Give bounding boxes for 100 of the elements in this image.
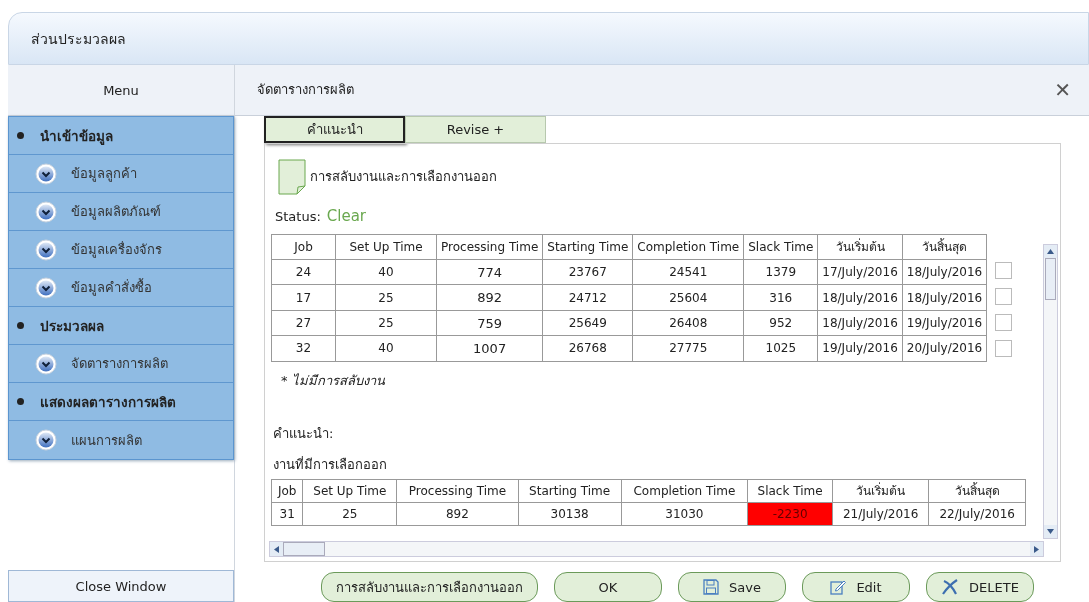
column-header: วันเริ่มต้น	[817, 234, 903, 260]
column-header: Completion Time	[621, 479, 748, 503]
panel-title: จัดตารางการผลิต	[257, 81, 354, 100]
table-cell: 26408	[632, 310, 744, 336]
scroll-thumb[interactable]	[1045, 257, 1056, 300]
table-cell: 1025	[743, 335, 818, 362]
table-cell: 23767	[542, 259, 633, 285]
item-label: จัดตารางการผลิต	[71, 355, 168, 373]
save-icon	[703, 579, 720, 595]
table-cell: 21/July/2016	[832, 502, 929, 526]
column-header: Processing Time	[436, 234, 543, 260]
table-cell: 24712	[542, 284, 633, 311]
row-checkbox[interactable]	[995, 287, 1013, 305]
sidebar-item[interactable]: จัดตารางการผลิต	[9, 345, 233, 383]
item-label: ข้อมูลผลิตภัณฑ์	[71, 203, 161, 222]
table-cell: 25	[335, 310, 437, 336]
table-cell: 892	[396, 502, 519, 526]
sidebar-item[interactable]: ข้อมูลผลิตภัณฑ์	[9, 193, 233, 231]
delete-button[interactable]: DELETE	[926, 572, 1034, 602]
sidebar-item[interactable]: แผนการผลิต	[9, 421, 233, 459]
column-header: Processing Time	[396, 479, 519, 503]
sidebar-item[interactable]: ข้อมูลลูกค้า	[9, 155, 233, 193]
window-title: ส่วนประมวลผล	[31, 29, 126, 49]
horizontal-scrollbar[interactable]	[269, 541, 1044, 557]
sidebar-group[interactable]: ประมวลผล	[9, 307, 233, 345]
status-label: Status:	[275, 208, 321, 224]
tab[interactable]: Revise +	[405, 115, 546, 143]
bullet-icon	[17, 322, 24, 329]
table-cell: 759	[436, 310, 543, 336]
table-cell: 32	[271, 335, 336, 362]
scroll-right-button[interactable]	[1030, 542, 1043, 556]
scroll-up-button[interactable]	[1044, 244, 1057, 258]
scroll-left-button[interactable]	[270, 542, 283, 556]
save-button[interactable]: Save	[678, 572, 786, 602]
sidebar-item[interactable]: ข้อมูลเครื่องจักร	[9, 231, 233, 269]
menu-header: Menu	[8, 65, 234, 116]
group-label: แสดงผลตารางการผลิต	[40, 392, 176, 412]
column-header: Set Up Time	[335, 234, 437, 260]
table-cell: 31	[271, 502, 303, 526]
table-cell: 17/July/2016	[817, 259, 903, 285]
item-label: ข้อมูลลูกค้า	[71, 165, 137, 184]
table-cell: 17	[271, 284, 336, 311]
sidebar-item[interactable]: ข้อมูลคำสั่งซื้อ	[9, 269, 233, 307]
table-cell: 952	[743, 310, 818, 336]
table-cell: 1379	[743, 259, 818, 285]
bullet-icon	[17, 132, 24, 139]
table-cell: 18/July/2016	[817, 310, 903, 336]
table-cell: 27	[271, 310, 336, 336]
triangle-right-icon	[1034, 545, 1039, 553]
triangle-down-icon	[1047, 529, 1054, 534]
action-button[interactable]: OK	[554, 572, 662, 602]
edit-icon	[830, 579, 847, 595]
edit-button[interactable]: Edit	[802, 572, 910, 602]
row-checkbox[interactable]	[995, 339, 1013, 357]
sidebar-group[interactable]: นำเข้าข้อมูล	[9, 117, 233, 155]
column-header: Job	[271, 479, 303, 503]
table-cell: 24	[271, 259, 336, 285]
sidebar-group[interactable]: แสดงผลตารางการผลิต	[9, 383, 233, 421]
table-cell: 1007	[436, 335, 543, 362]
row-checkbox[interactable]	[995, 313, 1013, 331]
table-cell: 40	[335, 259, 437, 285]
chevron-down-icon	[35, 276, 57, 299]
advice-label: คำแนะนำ:	[273, 424, 335, 443]
item-label: แผนการผลิต	[71, 431, 142, 450]
chevron-down-icon	[35, 238, 57, 261]
cross-icon	[941, 579, 960, 595]
table-cell: 18/July/2016	[902, 284, 987, 311]
scroll-down-button[interactable]	[1044, 525, 1057, 538]
row-checkbox[interactable]	[995, 261, 1013, 279]
chevron-down-icon	[35, 162, 57, 185]
column-header: Starting Time	[542, 234, 633, 260]
chevron-down-icon	[35, 200, 57, 223]
triangle-left-icon	[274, 545, 279, 553]
note-text: * ไม่มีการสลับงาน	[281, 371, 386, 390]
column-header: Slack Time	[747, 479, 833, 503]
chevron-down-icon	[35, 429, 57, 451]
bullet-icon	[17, 398, 24, 405]
triangle-up-icon	[1047, 248, 1054, 254]
group-label: ประมวลผล	[40, 316, 104, 336]
close-window-button[interactable]: Close Window	[8, 570, 234, 602]
table-cell: 26768	[542, 335, 633, 362]
table-cell: 19/July/2016	[902, 310, 987, 336]
table-cell: 31030	[621, 502, 748, 526]
column-header: Job	[271, 234, 336, 260]
chevron-down-icon	[35, 352, 57, 375]
column-header: Starting Time	[518, 479, 622, 503]
action-button[interactable]: การสลับงานและการเลือกงานออก	[321, 572, 538, 602]
document-label: การสลับงานและการเลือกงานออก	[310, 168, 497, 187]
table-cell: 892	[436, 284, 543, 311]
table-cell: 20/July/2016	[902, 335, 987, 362]
table-cell: 27775	[632, 335, 744, 362]
scroll-thumb[interactable]	[283, 542, 325, 556]
vertical-scrollbar[interactable]	[1043, 243, 1058, 539]
tab[interactable]: คำแนะนำ	[264, 115, 405, 143]
table-cell: 24541	[632, 259, 744, 285]
item-label: ข้อมูลเครื่องจักร	[71, 240, 162, 260]
table-cell: 25	[302, 502, 397, 526]
column-header: Slack Time	[743, 234, 818, 260]
table-cell: 18/July/2016	[902, 259, 987, 285]
table-cell: 22/July/2016	[928, 502, 1026, 526]
